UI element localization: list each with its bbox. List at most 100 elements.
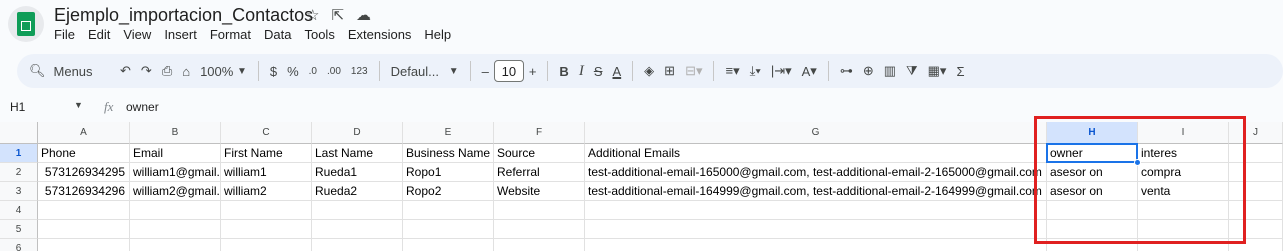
column-header-f[interactable]: F [494, 122, 585, 144]
cell-a3[interactable]: 573126934296 [38, 182, 130, 201]
filter-views-icon[interactable]: ▦▾ [923, 59, 952, 83]
cell-f5[interactable] [494, 220, 585, 239]
column-header-b[interactable]: B [130, 122, 221, 144]
row-header-6[interactable]: 6 [0, 239, 38, 251]
menu-tools[interactable]: Tools [304, 27, 334, 42]
zoom-select[interactable]: 100% ▼ [195, 59, 252, 83]
increase-decimal-button[interactable]: .00 [322, 59, 346, 83]
cell-f3[interactable]: Website [494, 182, 585, 201]
paint-format-icon[interactable]: ⌂ [177, 59, 195, 83]
cell-c4[interactable] [221, 201, 312, 220]
star-icon[interactable]: ☆ [306, 6, 319, 24]
cloud-status-icon[interactable]: ☁ [356, 6, 371, 24]
cell-g4[interactable] [585, 201, 1047, 220]
cell-f2[interactable]: Referral [494, 163, 585, 182]
text-wrapping-icon[interactable]: |⇥▾ [766, 59, 797, 83]
insert-comment-icon[interactable]: ⊕ [858, 59, 879, 83]
cell-c6[interactable] [221, 239, 312, 251]
cell-d1[interactable]: Last Name [312, 144, 403, 163]
merge-cells-icon[interactable]: ⊟▾ [680, 59, 707, 83]
filter-icon[interactable]: ⧩ [901, 59, 923, 83]
column-header-c[interactable]: C [221, 122, 312, 144]
row-header-3[interactable]: 3 [0, 182, 38, 201]
cell-d5[interactable] [312, 220, 403, 239]
menu-extensions[interactable]: Extensions [348, 27, 412, 42]
strikethrough-button[interactable]: S [589, 59, 608, 83]
cell-c1[interactable]: First Name [221, 144, 312, 163]
cell-c2[interactable]: william1 [221, 163, 312, 182]
row-header-4[interactable]: 4 [0, 201, 38, 220]
select-all-corner[interactable] [0, 122, 38, 144]
cell-e6[interactable] [403, 239, 494, 251]
cell-g3[interactable]: test-additional-email-164999@gmail.com, … [585, 182, 1047, 201]
bold-button[interactable]: B [554, 59, 573, 83]
cell-f1[interactable]: Source [494, 144, 585, 163]
cell-e1[interactable]: Business Name [403, 144, 494, 163]
insert-link-icon[interactable]: ⊶ [835, 59, 858, 83]
borders-icon[interactable]: ⊞ [659, 59, 680, 83]
cell-b5[interactable] [130, 220, 221, 239]
cell-b2[interactable]: william1@gmail.c [130, 163, 221, 182]
menu-format[interactable]: Format [210, 27, 251, 42]
cell-b4[interactable] [130, 201, 221, 220]
italic-button[interactable]: I [574, 59, 589, 83]
column-header-e[interactable]: E [403, 122, 494, 144]
cell-c5[interactable] [221, 220, 312, 239]
row-header-5[interactable]: 5 [0, 220, 38, 239]
vertical-align-icon[interactable]: ⤓▾ [745, 59, 766, 83]
redo-icon[interactable]: ↷ [136, 59, 157, 83]
cell-d6[interactable] [312, 239, 403, 251]
percent-format-button[interactable]: % [282, 59, 304, 83]
cell-e3[interactable]: Ropo2 [403, 182, 494, 201]
decrease-font-size-button[interactable]: – [477, 59, 494, 83]
cell-d2[interactable]: Rueda1 [312, 163, 403, 182]
cell-d4[interactable] [312, 201, 403, 220]
cell-a1[interactable]: Phone [38, 144, 130, 163]
cell-f4[interactable] [494, 201, 585, 220]
cell-g5[interactable] [585, 220, 1047, 239]
insert-chart-icon[interactable]: ▥ [879, 59, 901, 83]
cell-c3[interactable]: william2 [221, 182, 312, 201]
font-size-input[interactable]: 10 [493, 60, 524, 82]
menu-data[interactable]: Data [264, 27, 291, 42]
cell-g1[interactable]: Additional Emails [585, 144, 1047, 163]
currency-format-button[interactable]: $ [265, 59, 282, 83]
row-header-2[interactable]: 2 [0, 163, 38, 182]
cell-a2[interactable]: 573126934295 [38, 163, 130, 182]
cell-e5[interactable] [403, 220, 494, 239]
fill-color-icon[interactable]: ◈ [639, 59, 659, 83]
cell-e4[interactable] [403, 201, 494, 220]
menu-edit[interactable]: Edit [88, 27, 110, 42]
cell-a6[interactable] [38, 239, 130, 251]
cell-b6[interactable] [130, 239, 221, 251]
cell-g6[interactable] [585, 239, 1047, 251]
menu-help[interactable]: Help [424, 27, 451, 42]
horizontal-align-icon[interactable]: ≡▾ [720, 59, 744, 83]
column-header-d[interactable]: D [312, 122, 403, 144]
font-select[interactable]: Defaul... ▼ [386, 59, 464, 83]
cell-e2[interactable]: Ropo1 [403, 163, 494, 182]
menu-file[interactable]: File [54, 27, 75, 42]
cell-b3[interactable]: william2@gmail.c [130, 182, 221, 201]
menu-view[interactable]: View [123, 27, 151, 42]
cell-d3[interactable]: Rueda2 [312, 182, 403, 201]
increase-font-size-button[interactable]: + [524, 59, 542, 83]
text-rotation-button[interactable]: A ▾ [797, 59, 822, 83]
formula-input[interactable]: owner [126, 100, 159, 114]
decrease-decimal-button[interactable]: .0 [304, 59, 322, 83]
column-header-g[interactable]: G [585, 122, 1047, 144]
cell-b1[interactable]: Email [130, 144, 221, 163]
search-menus-button[interactable]: 🔍︎ Menus [17, 59, 103, 83]
column-header-a[interactable]: A [38, 122, 130, 144]
functions-button[interactable]: Σ [951, 59, 969, 83]
menu-insert[interactable]: Insert [164, 27, 197, 42]
document-title[interactable]: Ejemplo_importacion_Contactos [54, 5, 313, 26]
cell-f6[interactable] [494, 239, 585, 251]
row-header-1[interactable]: 1 [0, 144, 38, 163]
more-formats-button[interactable]: 123 [346, 59, 373, 83]
text-color-button[interactable]: A [607, 59, 626, 83]
cell-a5[interactable] [38, 220, 130, 239]
sheets-logo-icon[interactable] [8, 6, 44, 42]
name-box[interactable]: H1 [10, 100, 25, 114]
cell-a4[interactable] [38, 201, 130, 220]
